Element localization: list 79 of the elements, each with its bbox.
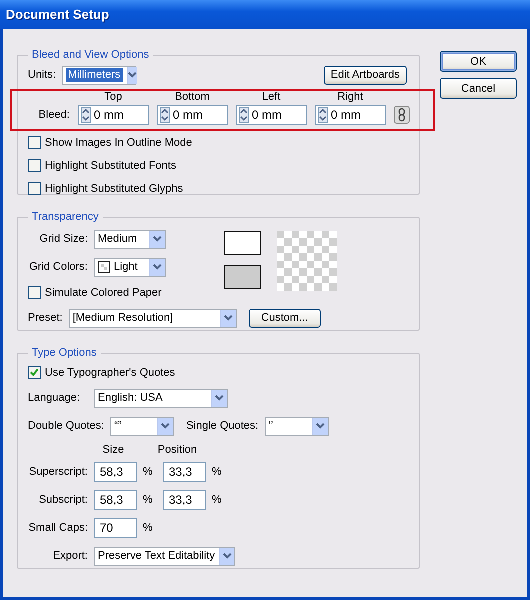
checkbox-label: Use Typographer's Quotes	[45, 366, 176, 378]
dropdown[interactable]: “”	[110, 416, 174, 436]
checkbox-label: Highlight Substituted Fonts	[45, 160, 176, 172]
input-field[interactable]: 33,3	[163, 490, 206, 510]
checkbox[interactable]	[28, 136, 41, 149]
dropdown-value: [Medium Resolution]	[72, 312, 174, 324]
dropdown-value: Medium	[98, 233, 138, 245]
dropdown[interactable]: Preserve Text Editability	[94, 546, 235, 566]
unit-label: %	[143, 494, 154, 506]
field-value: 0 mm	[331, 108, 361, 122]
field-label: Grid Colors:	[28, 261, 88, 273]
input-field[interactable]: 58,3	[94, 462, 137, 482]
spinner-icon[interactable]	[81, 107, 91, 123]
dropdown-value: Light	[114, 261, 139, 273]
grid-swatch-icon	[98, 261, 110, 273]
spin-field[interactable]: 0 mm	[236, 105, 307, 125]
dialog-button[interactable]: Cancel	[440, 78, 517, 99]
checkbox-label: Show Images In Outline Mode	[45, 136, 192, 148]
unit-label: %	[143, 522, 154, 534]
field-label: Small Caps:	[28, 522, 88, 534]
dropdown-value: Millimeters	[66, 68, 123, 82]
group-title: Type Options	[31, 347, 98, 359]
field-label: Language:	[28, 392, 81, 404]
color-swatch[interactable]	[224, 231, 261, 255]
field-label: Units:	[28, 69, 56, 81]
dropdown-value: ‘’	[268, 420, 274, 432]
column-header: Top	[104, 91, 124, 105]
field-label: Preset:	[28, 312, 63, 324]
checkbox-label: Highlight Substituted Glyphs	[45, 182, 184, 194]
spin-field[interactable]: 0 mm	[78, 105, 149, 125]
color-swatch[interactable]	[224, 265, 261, 289]
checkbox-label: Simulate Colored Paper	[45, 286, 162, 298]
dropdown[interactable]: English: USA	[94, 388, 228, 408]
unit-label: %	[143, 466, 154, 478]
dropdown-value: “”	[114, 420, 123, 432]
field-label: Grid Size:	[38, 233, 88, 245]
dropdown[interactable]: Light	[94, 258, 166, 276]
field-value: 0 mm	[94, 108, 124, 122]
custom-button[interactable]: Custom...	[248, 308, 321, 328]
dropdown[interactable]: Millimeters	[62, 66, 136, 84]
column-header: Position	[156, 444, 198, 458]
dropdown-value: English: USA	[98, 392, 164, 404]
spin-field[interactable]: 0 mm	[315, 105, 386, 125]
checkbox[interactable]	[28, 366, 41, 379]
field-label: Superscript:	[28, 466, 88, 478]
group-title: Bleed and View Options	[31, 49, 150, 61]
dropdown[interactable]: [Medium Resolution]	[68, 308, 237, 328]
unit-label: %	[212, 466, 223, 478]
column-header: Bottom	[174, 91, 211, 105]
checkbox[interactable]	[28, 182, 41, 195]
spinner-icon[interactable]	[318, 107, 328, 123]
spinner-icon[interactable]	[239, 107, 249, 123]
dropdown-value: Preserve Text Editability	[98, 550, 216, 562]
column-header: Size	[102, 444, 126, 458]
window-title: Document Setup	[6, 7, 110, 22]
dialog-button[interactable]: OK	[440, 51, 517, 72]
field-label: Subscript:	[38, 494, 88, 506]
checkbox[interactable]	[28, 159, 41, 172]
field-label: Double Quotes:	[28, 420, 104, 432]
spin-field[interactable]: 0 mm	[157, 105, 228, 125]
input-field[interactable]: 58,3	[94, 490, 137, 510]
checkerboard-preview	[277, 231, 337, 291]
input-field[interactable]: 70	[94, 518, 137, 538]
column-header: Left	[261, 91, 282, 105]
dropdown[interactable]: ‘’	[264, 416, 329, 436]
dropdown[interactable]: Medium	[94, 230, 166, 248]
field-label: Single Quotes:	[186, 420, 259, 432]
group-title: Transparency	[31, 211, 100, 223]
field-value: 0 mm	[252, 108, 282, 122]
field-value: 0 mm	[173, 108, 203, 122]
column-header: Right	[336, 91, 364, 105]
checkbox[interactable]	[28, 286, 41, 299]
edit-artboards-button[interactable]: Edit Artboards	[324, 66, 407, 84]
unit-label: %	[212, 494, 223, 506]
spinner-icon[interactable]	[160, 107, 170, 123]
field-label: Export:	[52, 550, 88, 562]
field-label: Bleed:	[38, 109, 70, 121]
chain-link-icon[interactable]	[394, 106, 410, 124]
input-field[interactable]: 33,3	[163, 462, 206, 482]
